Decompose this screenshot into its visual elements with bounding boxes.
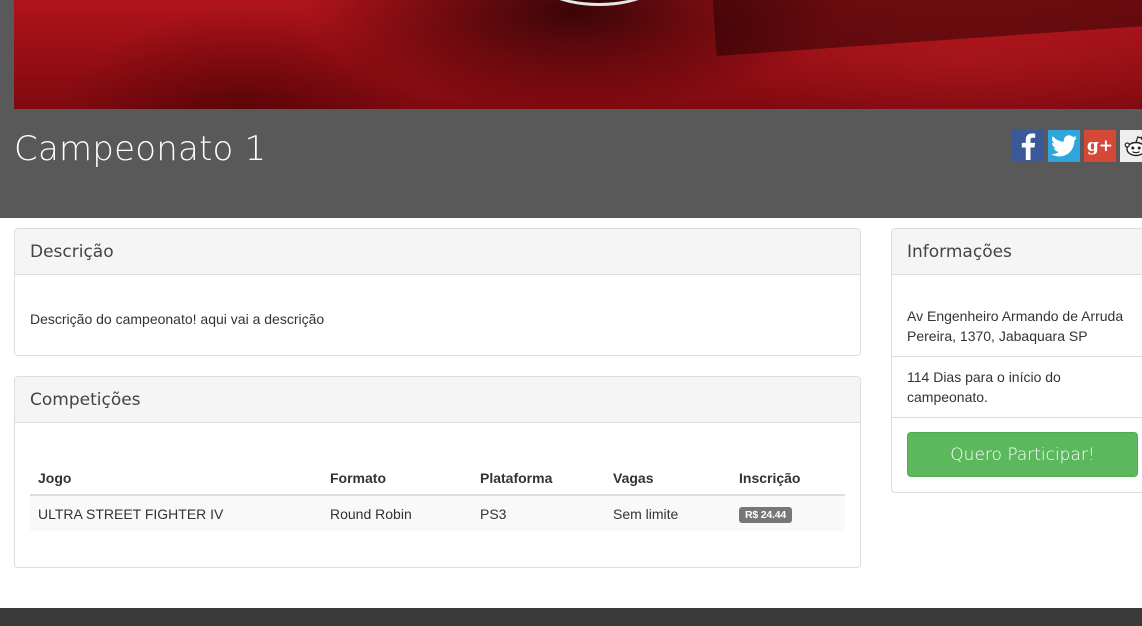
description-text: Descrição do campeonato! aqui vai a desc… — [30, 311, 325, 327]
cell-vagas: Sem limite — [605, 495, 731, 531]
column-header-inscricao: Inscrição — [731, 461, 845, 496]
description-panel: Descrição Descrição do campeonato! aqui … — [14, 228, 861, 356]
cell-plataforma: PS3 — [472, 495, 605, 531]
share-facebook-button[interactable] — [1012, 130, 1044, 162]
column-header-formato: Formato — [322, 461, 472, 496]
banner-decoration — [712, 0, 1142, 56]
twitter-icon — [1051, 135, 1077, 157]
column-header-vagas: Vagas — [605, 461, 731, 496]
column-header-jogo: Jogo — [30, 461, 322, 496]
competitions-panel: Competições Jogo Formato Plataforma Vaga… — [14, 376, 861, 568]
google-plus-icon: g+ — [1086, 136, 1114, 156]
cell-inscricao: R$ 24.44 — [731, 495, 845, 531]
description-body: Descrição do campeonato! aqui vai a desc… — [15, 275, 860, 327]
table-row[interactable]: ULTRA STREET FIGHTER IV Round Robin PS3 … — [30, 495, 845, 531]
title-band: Campeonato 1 g+ — [14, 109, 1142, 218]
hero-banner — [14, 0, 1142, 109]
cell-formato: Round Robin — [322, 495, 472, 531]
page-gutter — [0, 0, 14, 218]
cell-jogo: ULTRA STREET FIGHTER IV — [30, 495, 322, 531]
column-header-plataforma: Plataforma — [472, 461, 605, 496]
facebook-icon — [1021, 133, 1036, 160]
share-bar: g+ — [1012, 130, 1142, 162]
competitions-table: Jogo Formato Plataforma Vagas Inscrição … — [30, 461, 845, 531]
share-google-plus-button[interactable]: g+ — [1084, 130, 1116, 162]
price-badge: R$ 24.44 — [739, 506, 793, 523]
participate-button[interactable]: Quero Participar! — [907, 432, 1138, 477]
table-header-row: Jogo Formato Plataforma Vagas Inscrição — [30, 461, 845, 496]
banner-decoration — [524, 0, 674, 6]
page-title: Campeonato 1 — [14, 129, 267, 169]
share-twitter-button[interactable] — [1048, 130, 1080, 162]
reddit-icon — [1124, 136, 1142, 157]
footer — [0, 608, 1142, 626]
info-heading: Informações — [892, 229, 1142, 275]
competitions-heading: Competições — [15, 377, 860, 423]
info-panel: Informações Av Engenheiro Armando de Arr… — [891, 228, 1142, 493]
countdown-text: 114 Dias para o início do campeonato. — [892, 357, 1142, 418]
share-reddit-button[interactable] — [1120, 130, 1142, 162]
address-text: Av Engenheiro Armando de Arruda Pereira,… — [892, 275, 1142, 357]
description-heading: Descrição — [15, 229, 860, 275]
